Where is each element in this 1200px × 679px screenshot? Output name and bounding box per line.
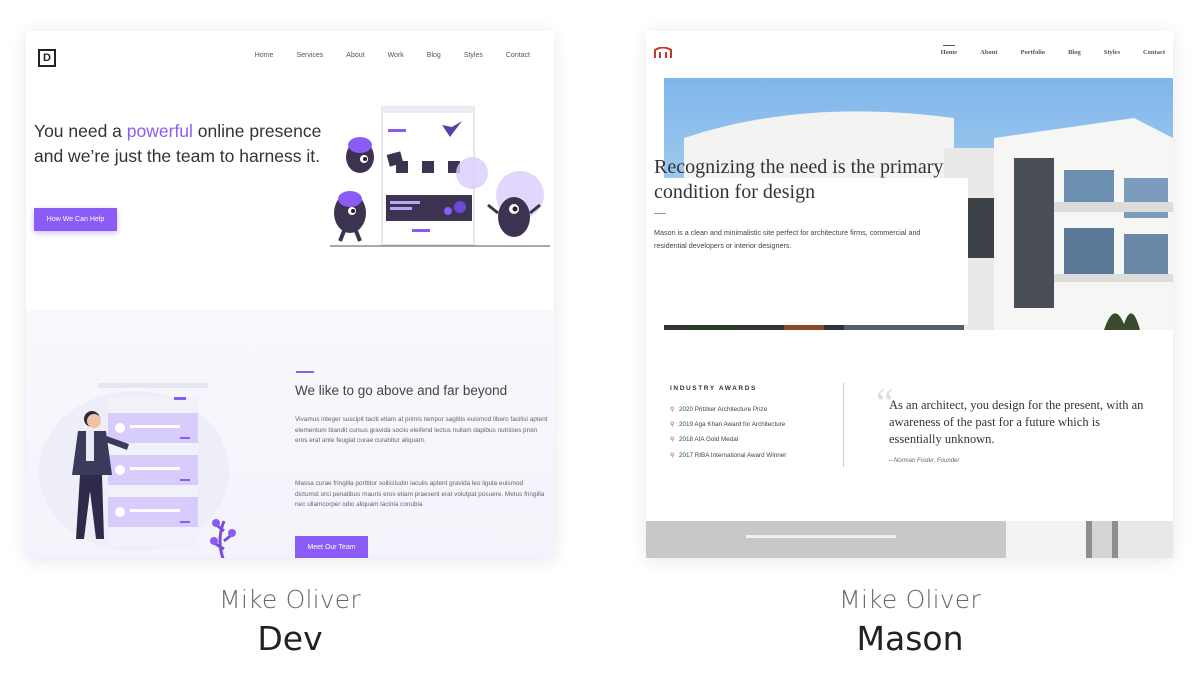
monsters-illustration bbox=[330, 106, 550, 247]
mason-nav-styles[interactable]: Styles bbox=[1104, 49, 1120, 56]
person-illustration bbox=[39, 383, 236, 558]
awards-divider bbox=[843, 383, 844, 467]
award-label: 2018 AIA Gold Medal bbox=[679, 436, 739, 443]
location-pin-icon: ⚲ bbox=[670, 436, 675, 443]
author-name[interactable]: Mike Oliver bbox=[26, 585, 554, 614]
interior-image bbox=[646, 521, 1173, 558]
dev-theme-preview[interactable]: D Home Services About Work Blog Styles C… bbox=[26, 31, 554, 558]
title-divider bbox=[654, 213, 666, 214]
dev-nav-work[interactable]: Work bbox=[388, 52, 404, 59]
dev-nav-contact[interactable]: Contact bbox=[506, 52, 530, 59]
author-name[interactable]: Mike Oliver bbox=[646, 585, 1174, 614]
dev-paragraph-2: Massa curae fringilla porttitor sollicit… bbox=[295, 480, 545, 508]
dev-paragraph-1: Vivamus integer suscipit taciti etiam at… bbox=[295, 416, 548, 444]
award-label: 2020 Pritzker Architecture Prize bbox=[679, 406, 768, 413]
hero-title-accent: powerful bbox=[126, 121, 193, 141]
dev-nav-styles[interactable]: Styles bbox=[464, 52, 483, 59]
mason-logo-icon[interactable] bbox=[654, 47, 672, 59]
hero-title-text: You need a bbox=[34, 121, 127, 141]
award-label: 2017 RIBA International Award Winner bbox=[679, 452, 787, 459]
mason-nav: Home About Portfolio Blog Styles Contact bbox=[918, 45, 1165, 56]
award-item: ⚲ 2017 RIBA International Award Winner bbox=[670, 452, 786, 459]
how-we-can-help-button[interactable]: How We Can Help bbox=[34, 208, 117, 231]
dev-hero-title: You need a powerful online presence and … bbox=[34, 119, 324, 169]
location-pin-icon: ⚲ bbox=[670, 406, 675, 413]
mason-nav-home[interactable]: Home bbox=[941, 45, 957, 56]
location-pin-icon: ⚲ bbox=[670, 421, 675, 428]
dev-nav-services[interactable]: Services bbox=[296, 52, 323, 59]
mason-quote: As an architect, you design for the pres… bbox=[889, 398, 1144, 447]
award-label: 2019 Aga Khan Award for Architecture bbox=[679, 421, 786, 428]
dev-nav-about[interactable]: About bbox=[346, 52, 364, 59]
dev-section-title: We like to go above and far beyond bbox=[295, 383, 508, 398]
meet-our-team-button[interactable]: Meet Our Team bbox=[295, 536, 368, 558]
mason-nav-blog[interactable]: Blog bbox=[1068, 49, 1081, 56]
award-item: ⚲ 2020 Pritzker Architecture Prize bbox=[670, 406, 767, 413]
mason-hero-title: Recognizing the need is the primary cond… bbox=[654, 156, 944, 203]
dev-nav-blog[interactable]: Blog bbox=[427, 52, 441, 59]
mason-nav-portfolio[interactable]: Portfolio bbox=[1021, 49, 1046, 56]
dev-nav: Home Services About Work Blog Styles Con… bbox=[232, 52, 530, 59]
mason-nav-about[interactable]: About bbox=[980, 49, 997, 56]
award-item: ⚲ 2018 AIA Gold Medal bbox=[670, 436, 738, 443]
location-pin-icon: ⚲ bbox=[670, 452, 675, 459]
theme-name[interactable]: Dev bbox=[26, 619, 554, 658]
mason-hero-description: Mason is a clean and minimalistic site p… bbox=[654, 228, 921, 250]
dev-logo[interactable]: D bbox=[38, 49, 56, 67]
section-divider bbox=[296, 371, 314, 373]
dev-nav-home[interactable]: Home bbox=[255, 52, 274, 59]
quote-author: – Norman Foster, Founder bbox=[889, 458, 960, 464]
award-item: ⚲ 2019 Aga Khan Award for Architecture bbox=[670, 421, 785, 428]
mason-nav-contact[interactable]: Contact bbox=[1143, 49, 1165, 56]
awards-heading: INDUSTRY AWARDS bbox=[670, 385, 757, 392]
theme-name[interactable]: Mason bbox=[646, 619, 1174, 658]
mason-theme-preview[interactable]: Home About Portfolio Blog Styles Contact bbox=[646, 31, 1173, 558]
